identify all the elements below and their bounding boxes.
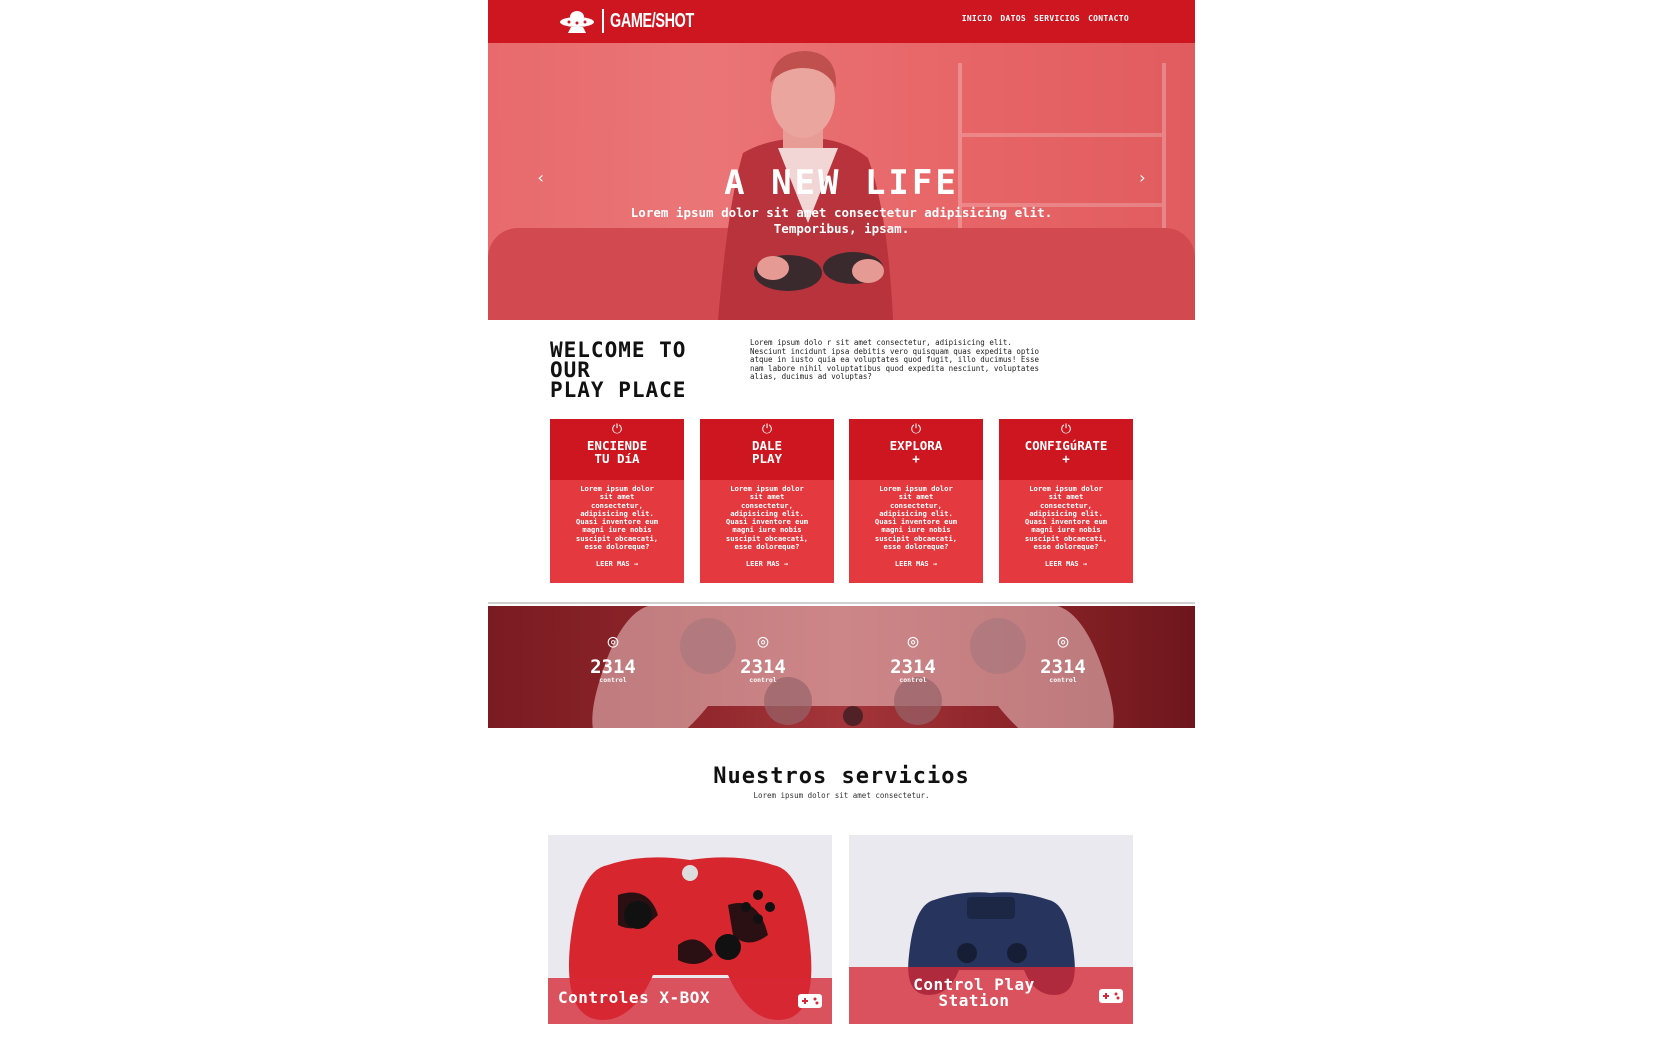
nav-link-servicios[interactable]: SERVICIOS <box>1034 14 1080 23</box>
logo[interactable]: GAME/SHOT <box>558 6 727 36</box>
power-icon: ⏻ <box>1060 422 1072 437</box>
card-title: ENCIENDE TU DíA <box>550 439 684 465</box>
card-body-line: esse doloreque? <box>883 542 949 552</box>
stat-icon: ◎ <box>1057 631 1069 652</box>
welcome-title: WELCOME TO OUR PLAY PLACE <box>550 338 740 402</box>
nav-link-contacto[interactable]: CONTACTO <box>1088 14 1129 23</box>
stat-item: ◎ 2314 control <box>1018 632 1108 684</box>
stats-band: ◎ 2314 control ◎ 2314 control ◎ 2314 con… <box>488 606 1195 728</box>
power-icon: ⏻ <box>910 422 922 437</box>
card-body: Lorem ipsum dolor sit amet consectetur, … <box>700 480 834 551</box>
services-subtitle: Lorem ipsum dolor sit amet consectetur. <box>753 791 930 800</box>
feature-card-explora: ⏻ EXPLORA + Lorem ipsum dolor sit amet c… <box>849 419 983 583</box>
stat-item: ◎ 2314 control <box>868 632 958 684</box>
card-title-line: + <box>1062 451 1070 466</box>
read-more-link[interactable]: LEER MAS → <box>550 560 684 568</box>
hero-subtitle-line: Lorem ipsum dolor sit amet consectetur a… <box>630 205 1053 220</box>
feature-card-enciende: ⏻ ENCIENDE TU DíA Lorem ipsum dolor sit … <box>550 419 684 583</box>
hero-subtitle-line: Temporibus, ipsam. <box>773 221 910 236</box>
service-card-playstation[interactable]: Control Play Station <box>849 835 1133 1024</box>
gamepad-icon <box>798 994 822 1008</box>
stat-label: control <box>1049 676 1077 684</box>
card-body-line: esse doloreque? <box>1033 542 1099 552</box>
stat-value: 2314 <box>740 656 786 678</box>
nav-link-inicio[interactable]: INICIO <box>962 14 993 23</box>
service-label: Control Play Station <box>849 977 1099 1009</box>
power-icon: ⏻ <box>761 422 773 437</box>
stat-value: 2314 <box>1040 656 1086 678</box>
hero-title: A NEW LIFE <box>724 163 959 203</box>
read-more-link[interactable]: LEER MAS → <box>999 560 1133 568</box>
card-title-line: + <box>912 451 920 466</box>
service-card-xbox[interactable]: Controles X-BOX <box>548 835 832 1024</box>
stat-item: ◎ 2314 control <box>718 632 808 684</box>
stat-icon: ◎ <box>907 631 919 652</box>
card-title-line: PLAY <box>751 451 783 466</box>
service-label: Controles X-BOX <box>558 988 710 1007</box>
card-header: ⏻ EXPLORA + <box>849 419 983 480</box>
card-header: ⏻ CONFIGúRATE + <box>999 419 1133 480</box>
card-header: ⏻ DALE PLAY <box>700 419 834 480</box>
stat-value: 2314 <box>590 656 636 678</box>
card-body-line: esse doloreque? <box>734 542 800 552</box>
services-title: Nuestros servicios <box>713 764 970 789</box>
read-more-link[interactable]: LEER MAS → <box>849 560 983 568</box>
power-icon: ⏻ <box>611 422 623 437</box>
card-body-line: esse doloreque? <box>584 542 650 552</box>
card-header: ⏻ ENCIENDE TU DíA <box>550 419 684 480</box>
stat-icon: ◎ <box>757 631 769 652</box>
card-body: Lorem ipsum dolor sit amet consectetur, … <box>550 480 684 551</box>
stat-icon: ◎ <box>607 631 619 652</box>
logo-divider <box>602 9 604 33</box>
navbar: GAME/SHOT INICIO DATOS SERVICIOS CONTACT… <box>488 0 1195 43</box>
nav-links: INICIO DATOS SERVICIOS CONTACTO <box>962 14 1129 23</box>
service-label-bar: Control Play Station <box>849 967 1133 1024</box>
section-divider <box>488 602 1195 604</box>
welcome-text-line: alias, ducimus ad voluptas? <box>750 372 872 382</box>
nav-link-datos[interactable]: DATOS <box>1000 14 1026 23</box>
stat-label: control <box>899 676 927 684</box>
feature-card-configurate: ⏻ CONFIGúRATE + Lorem ipsum dolor sit am… <box>999 419 1133 583</box>
welcome-text: Lorem ipsum dolo r sit amet consectetur,… <box>750 338 1135 382</box>
page: GAME/SHOT INICIO DATOS SERVICIOS CONTACT… <box>488 0 1195 1040</box>
ufo-icon <box>560 11 594 33</box>
card-title-line: TU DíA <box>594 451 640 466</box>
service-label-bar: Controles X-BOX <box>548 978 832 1024</box>
card-title: DALE PLAY <box>700 439 834 465</box>
stat-label: control <box>749 676 777 684</box>
feature-card-dale-play: ⏻ DALE PLAY Lorem ipsum dolor sit amet c… <box>700 419 834 583</box>
gamepad-icon <box>1099 989 1123 1003</box>
stat-item: ◎ 2314 control <box>568 632 658 684</box>
card-title: EXPLORA + <box>849 439 983 465</box>
service-label-line: Station <box>938 991 1010 1010</box>
hero-subtitle: Lorem ipsum dolor sit amet consectetur a… <box>538 205 1145 237</box>
welcome-title-line: OUR <box>550 358 591 382</box>
hero-carousel: ‹ › A NEW LIFE Lorem ipsum dolor sit ame… <box>488 43 1195 320</box>
card-body: Lorem ipsum dolor sit amet consectetur, … <box>999 480 1133 551</box>
stat-value: 2314 <box>890 656 936 678</box>
welcome-title-line: PLAY PLACE <box>550 378 687 402</box>
welcome-title-line: WELCOME TO <box>550 338 687 362</box>
read-more-link[interactable]: LEER MAS → <box>700 560 834 568</box>
card-body: Lorem ipsum dolor sit amet consectetur, … <box>849 480 983 551</box>
stat-label: control <box>599 676 627 684</box>
logo-text: GAME/SHOT <box>610 9 694 32</box>
card-title: CONFIGúRATE + <box>999 439 1133 465</box>
